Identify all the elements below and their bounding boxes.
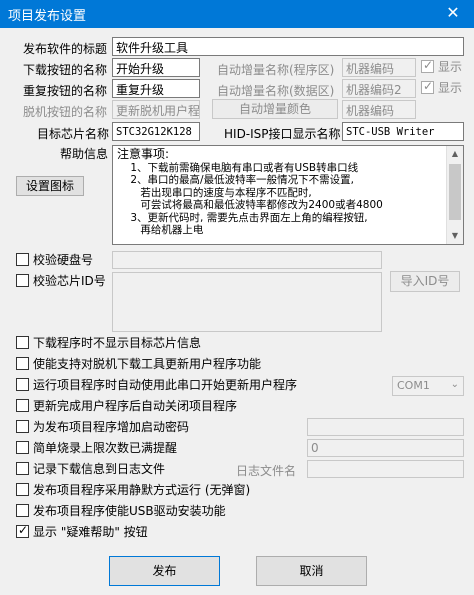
com-port-select[interactable]: COM1 ⌄: [392, 376, 464, 396]
checkbox-icon: [16, 462, 29, 475]
offline-button-name-input[interactable]: 更新脱机用户程: [112, 100, 200, 119]
help-line: 3、更新代码时, 需要先点击界面左上角的编程按钮,: [117, 211, 368, 224]
checkbox-icon: [16, 378, 29, 391]
log-file-name-input[interactable]: [307, 460, 464, 478]
offline-button-name-label: 脱机按钮的名称: [23, 105, 108, 119]
publish-title-input[interactable]: 软件升级工具: [112, 37, 464, 56]
import-id-button[interactable]: 导入ID号: [390, 271, 460, 292]
show-checkbox-data[interactable]: 显示: [421, 79, 462, 97]
help-scrollbar[interactable]: ▲ ▼: [446, 146, 463, 244]
disk-number-field[interactable]: [112, 251, 382, 269]
target-chip-input[interactable]: STC32G12K128: [112, 122, 200, 141]
option-usb-driver[interactable]: 发布项目程序使能USB驱动安装功能: [16, 504, 226, 520]
option-offline-update[interactable]: 使能支持对脱机下载工具更新用户程序功能: [16, 357, 261, 373]
checkbox-icon: [421, 79, 434, 94]
hid-display-name-input[interactable]: STC-USB Writer: [342, 122, 464, 141]
option-burn-limit-alert[interactable]: 简单烧录上限次数已满提醒: [16, 441, 177, 457]
option-auto-serial-update[interactable]: 运行项目程序时自动使用此串口开始更新用户程序: [16, 378, 297, 394]
checkbox-icon: [16, 253, 29, 266]
option-auto-close[interactable]: 更新完成用户程序后自动关闭项目程序: [16, 399, 237, 415]
checkbox-icon: [16, 523, 29, 538]
download-button-name-label: 下载按钮的名称: [23, 63, 108, 77]
hid-display-name-label: HID-ISP接口显示名称: [224, 127, 341, 141]
chevron-down-icon: ⌄: [450, 379, 459, 390]
show-checkbox-program[interactable]: 显示: [421, 58, 462, 76]
option-startup-password[interactable]: 为发布项目程序增加启动密码: [16, 420, 189, 436]
scroll-down-icon[interactable]: ▼: [447, 228, 463, 244]
chip-id-list[interactable]: [112, 272, 382, 332]
auto-inc-data-input[interactable]: 机器编码2: [342, 79, 416, 98]
option-show-help-button[interactable]: 显示 "疑难帮助" 按钮: [16, 523, 148, 541]
auto-inc-extra-input[interactable]: 机器编码: [342, 100, 416, 119]
auto-inc-color-button[interactable]: 自动增量颜色: [212, 99, 338, 119]
help-line: 2、串口的最高/最低波特率一般情况下不需设置,: [117, 174, 354, 186]
auto-inc-data-label: 自动增量名称(数据区): [217, 84, 335, 98]
title-bar: 项目发布设置 ✕: [0, 0, 474, 28]
cancel-button[interactable]: 取消: [256, 556, 367, 586]
close-icon[interactable]: ✕: [432, 0, 474, 28]
help-line: 1、下载前需确保电脑有串口或者有USB转串口线: [117, 161, 359, 174]
option-silent-mode[interactable]: 发布项目程序采用静默方式运行 (无弹窗): [16, 483, 250, 499]
checkbox-icon: [16, 483, 29, 496]
help-line: 若出现串口的速度与本程序不匹配时,: [117, 186, 312, 199]
publish-title-label: 发布软件的标题: [23, 42, 108, 56]
redownload-button-name-label: 重复按钮的名称: [23, 84, 108, 98]
download-button-name-input[interactable]: 开始升级: [112, 58, 200, 77]
help-heading: 注意事项:: [117, 147, 170, 161]
verify-disk-checkbox[interactable]: 校验硬盘号: [16, 253, 93, 269]
auto-inc-program-input[interactable]: 机器编码: [342, 58, 416, 77]
auto-inc-program-label: 自动增量名称(程序区): [217, 63, 335, 77]
log-file-name-label: 日志文件名: [236, 464, 297, 478]
checkbox-icon: [16, 274, 29, 287]
checkbox-icon: [16, 357, 29, 370]
help-text-area[interactable]: 注意事项: 1、下载前需确保电脑有串口或者有USB转串口线 2、串口的最高/最低…: [112, 145, 464, 245]
redownload-button-name-input[interactable]: 重复升级: [112, 79, 200, 98]
help-line: 可尝试将最高和最低波特率都修改为2400或者4800: [117, 199, 383, 211]
checkbox-icon: [421, 58, 434, 73]
target-chip-label: 目标芯片名称: [37, 127, 110, 141]
verify-chip-id-checkbox[interactable]: 校验芯片ID号: [16, 274, 106, 290]
checkbox-icon: [16, 441, 29, 454]
scroll-thumb[interactable]: [449, 164, 461, 220]
checkbox-icon: [16, 336, 29, 349]
window-title: 项目发布设置: [8, 9, 87, 24]
option-log-file[interactable]: 记录下载信息到日志文件: [16, 462, 165, 478]
publish-button[interactable]: 发布: [109, 556, 220, 586]
option-hide-chip-info[interactable]: 下载程序时不显示目标芯片信息: [16, 336, 201, 352]
burn-limit-input[interactable]: 0: [307, 439, 464, 457]
checkbox-icon: [16, 420, 29, 433]
checkbox-icon: [16, 504, 29, 517]
set-icon-button[interactable]: 设置图标: [16, 176, 84, 196]
scroll-up-icon[interactable]: ▲: [447, 146, 463, 162]
help-line: 再给机器上电: [117, 224, 204, 236]
help-info-label: 帮助信息: [60, 147, 109, 161]
startup-password-input[interactable]: [307, 418, 464, 436]
checkbox-icon: [16, 399, 29, 412]
